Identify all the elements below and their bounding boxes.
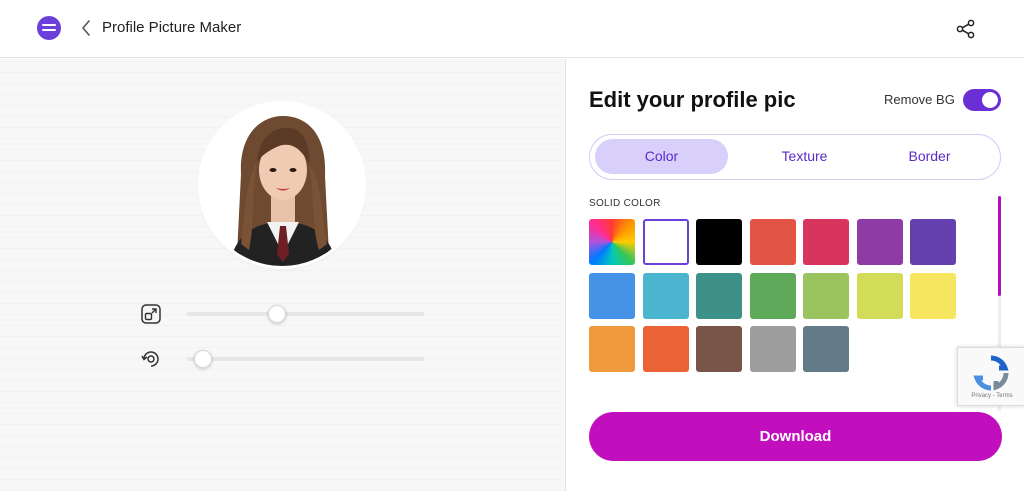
back-button[interactable] <box>77 17 95 39</box>
color-swatch-pink[interactable] <box>803 219 849 265</box>
app-logo-icon[interactable] <box>37 16 61 40</box>
color-swatch-white[interactable] <box>642 219 689 265</box>
remove-bg-label: Remove BG <box>884 92 955 107</box>
tab-color[interactable]: Color <box>595 139 728 174</box>
color-swatch-lime[interactable] <box>856 272 903 319</box>
color-swatch-blue-grey[interactable] <box>803 326 849 372</box>
zoom-slider-thumb[interactable] <box>268 305 287 323</box>
recaptcha-links[interactable]: Privacy - Terms <box>962 393 1022 399</box>
edit-tabs: Color Texture Border <box>589 134 1001 180</box>
color-swatch-blue[interactable] <box>589 272 635 319</box>
editor-panel: Edit your profile pic Remove BG Color Te… <box>565 59 1024 491</box>
color-swatch-brown[interactable] <box>696 326 742 372</box>
share-icon <box>956 19 975 39</box>
tab-border[interactable]: Border <box>863 139 996 174</box>
preview-pane <box>0 59 565 491</box>
color-swatch-red[interactable] <box>749 219 796 265</box>
rotate-icon <box>141 351 159 367</box>
remove-bg-toggle[interactable] <box>963 89 1001 111</box>
chevron-left-icon <box>82 20 90 36</box>
color-swatch-light-green[interactable] <box>803 272 849 319</box>
recaptcha-badge[interactable]: Privacy - Terms <box>957 347 1024 406</box>
rotate-slider[interactable] <box>187 350 424 368</box>
page-title: Profile Picture Maker <box>102 19 242 36</box>
zoom-scale-icon <box>141 304 161 324</box>
color-swatch-teal[interactable] <box>696 272 742 319</box>
color-swatch-cyan[interactable] <box>642 272 689 319</box>
color-swatch-green[interactable] <box>749 272 796 319</box>
color-swatch-grey[interactable] <box>749 326 796 372</box>
zoom-control <box>140 303 162 325</box>
app: Profile Picture Maker Edit your profile … <box>0 0 1024 491</box>
recaptcha-icon <box>973 355 1009 391</box>
share-button[interactable] <box>955 18 977 40</box>
color-swatch-rainbow[interactable] <box>589 219 635 265</box>
profile-picture-preview <box>201 104 363 266</box>
zoom-slider[interactable] <box>187 305 424 323</box>
color-swatch-black[interactable] <box>696 219 742 265</box>
download-button[interactable]: Download <box>589 412 1002 461</box>
editor-heading: Edit your profile pic <box>589 87 796 112</box>
toggle-knob <box>982 92 998 108</box>
color-swatch-deep-orange[interactable] <box>642 326 689 372</box>
color-swatch-orange[interactable] <box>589 326 635 372</box>
solid-color-label: SOLID COLOR <box>589 198 661 209</box>
tab-texture[interactable]: Texture <box>738 139 871 174</box>
rotate-slider-thumb[interactable] <box>193 350 212 368</box>
color-swatch-purple[interactable] <box>856 219 903 265</box>
top-bar: Profile Picture Maker <box>0 0 1024 58</box>
swatch-scrollbar-thumb[interactable] <box>998 196 1001 296</box>
rotate-control <box>140 348 162 370</box>
color-swatch-yellow[interactable] <box>910 272 956 319</box>
color-swatch-deep-purple[interactable] <box>910 219 956 265</box>
